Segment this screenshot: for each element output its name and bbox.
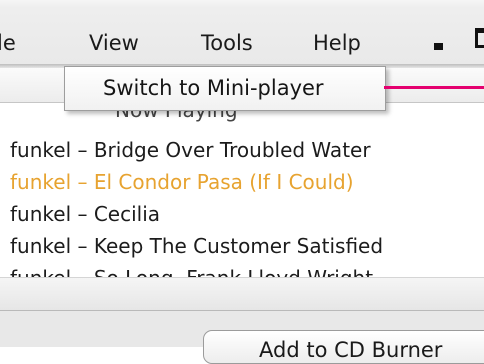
menu-view[interactable]: View (89, 30, 139, 56)
playlist-footer-bar (0, 277, 484, 311)
view-menu-dropdown: Switch to Mini-player (64, 66, 386, 111)
minimize-icon[interactable] (434, 43, 443, 50)
track-row[interactable]: funkel – Keep The Customer Satisfied (10, 234, 383, 258)
callout-line (384, 86, 484, 89)
add-to-cd-burner-button[interactable]: Add to CD Burner (203, 330, 484, 364)
track-row[interactable]: funkel – Bridge Over Troubled Water (10, 138, 371, 162)
track-row[interactable]: funkel – Cecilia (10, 202, 160, 226)
track-row-playing[interactable]: funkel – El Condor Pasa (If I Could) (10, 170, 354, 194)
add-to-cd-burner-label: Add to CD Burner (259, 338, 443, 362)
menu-file[interactable]: le (0, 30, 16, 56)
menu-tools[interactable]: Tools (201, 30, 253, 56)
menu-help[interactable]: Help (313, 30, 361, 56)
track-row[interactable]: funkel – So Long, Frank Lloyd Wright (10, 266, 373, 277)
playlist: funkel – Bridge Over Troubled Water funk… (0, 135, 484, 277)
menu-item-switch-to-mini-player[interactable]: Switch to Mini-player (103, 75, 324, 101)
maximize-icon[interactable] (475, 28, 484, 48)
